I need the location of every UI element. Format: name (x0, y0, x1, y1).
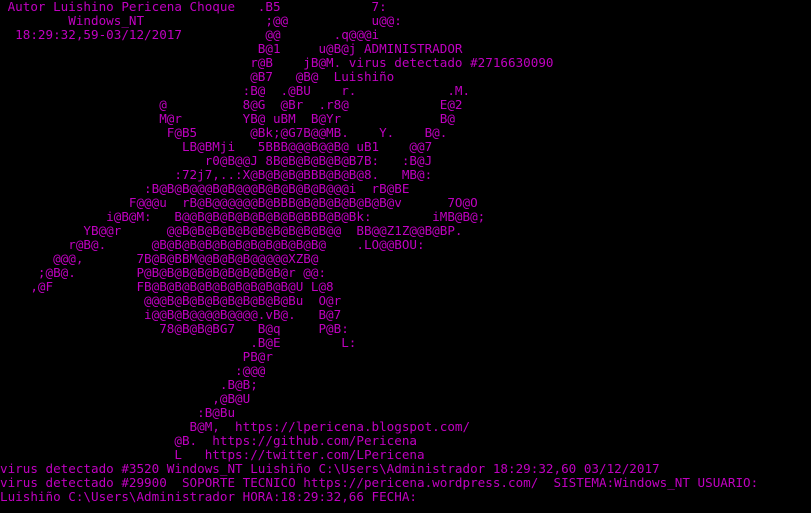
console-line: ,@B@U (0, 391, 251, 406)
console-line: virus detectado #3520 Windows_NT Luishiñ… (0, 461, 660, 476)
console-line: .B@E L: (0, 335, 357, 350)
console-line: @@@B@B@B@B@B@B@B@B@Bu O@r (0, 293, 342, 308)
console-line: Windows_NT ;@@ u@@: (0, 13, 402, 28)
console-line: :B@Bu (0, 405, 236, 420)
console-line: LB@BMji 5BBB@@@B@@B@ uB1 @@7 (0, 139, 433, 154)
console-line: @B. https://github.com/Pericena (0, 433, 418, 448)
console-line: @ 8@G @Br .r8@ E@2 (0, 97, 463, 112)
console-line: 18:29:32,59-03/12/2017 @@ .q@@@i (0, 27, 380, 42)
console-line: i@B@M: B@@B@B@B@B@B@B@B@BBB@B@Bk: iMB@B@… (0, 209, 486, 224)
console-line: :B@B@B@@@B@B@@@B@B@B@B@B@@@i rB@BE (0, 181, 410, 196)
console-line: ;@B@. P@B@B@B@B@B@B@B@B@B@r @@: (0, 265, 327, 280)
console-line: :72j7,..:X@B@B@B@BBB@B@B@8. MB@: (0, 167, 433, 182)
console-line: Autor Luishino Pericena Choque .B5 7: (0, 0, 387, 14)
console-line: 78@B@B@BG7 B@q P@B: (0, 321, 349, 336)
console-line: i@@B@B@@@@B@@@@.vB@. B@7 (0, 307, 342, 322)
console-line: B@M, https://lpericena.blogspot.com/ (0, 419, 471, 434)
console-line: .B@B; (0, 377, 258, 392)
console-line: PB@r (0, 349, 273, 364)
console-line: r@B@. @B@B@B@B@B@B@B@B@B@B@B@ .LO@@BOU: (0, 237, 425, 252)
console-line: @@@, 7B@B@BBM@@B@B@B@@@@@XZB@ (0, 251, 319, 266)
console-window[interactable]: Autor Luishino Pericena Choque .B5 7: Wi… (0, 0, 811, 513)
console-line: L https://twitter.com/LPericena (0, 447, 425, 462)
console-line: Luishiño C:\Users\Administrador HORA:18:… (0, 489, 418, 504)
console-line: r0@B@@J 8B@B@B@B@B@B7B: :B@J (0, 153, 433, 168)
console-line: virus detectado #29900 SOPORTE TECNICO h… (0, 475, 759, 490)
console-line: @B7 @B@ Luishiño (0, 69, 395, 84)
console-line: :B@ .@BU r. .M. (0, 83, 471, 98)
console-line: :@@@ (0, 363, 266, 378)
console-line: B@1 u@B@j ADMINISTRADOR (0, 41, 463, 56)
console-line: M@r YB@ uBM B@Yr B@ (0, 111, 455, 126)
console-line: r@B jB@M. virus detectado #2716630090 (0, 55, 554, 70)
console-line: F@@@u rB@B@@@@@@B@BBB@B@B@B@B@B@B@v 7O@O (0, 195, 478, 210)
console-line: ,@F FB@B@B@B@B@B@B@B@B@B@U L@8 (0, 279, 334, 294)
console-line: F@B5 @Bk;@G7B@@MB. Y. B@. (0, 125, 448, 140)
console-line: YB@@r @@B@B@B@B@B@B@B@B@B@B@@ BB@@Z1Z@@B… (0, 223, 463, 238)
